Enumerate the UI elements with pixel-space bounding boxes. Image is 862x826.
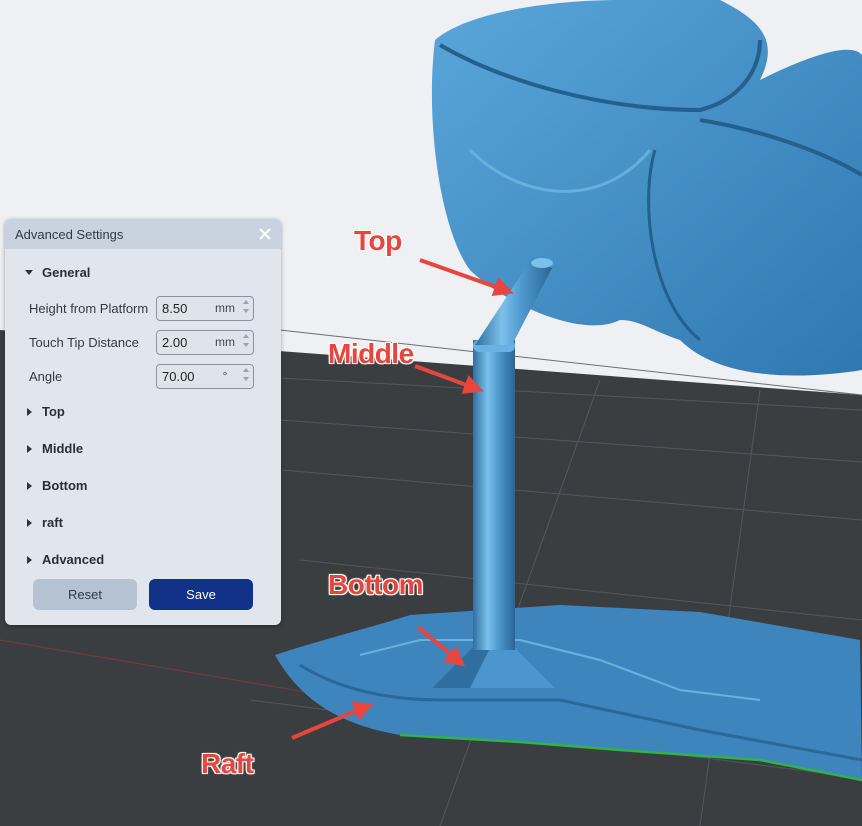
panel-actions: Reset Save <box>33 579 253 610</box>
panel-title: Advanced Settings <box>15 226 124 242</box>
stepper-down-icon[interactable] <box>243 376 249 381</box>
section-bottom[interactable]: Bottom <box>5 467 281 504</box>
touch-tip-unit: mm <box>215 335 235 349</box>
section-advanced-label: Advanced <box>42 552 105 567</box>
angle-unit: ° <box>222 369 228 383</box>
stepper-down-icon[interactable] <box>243 342 249 347</box>
annotation-top: Top <box>354 225 403 257</box>
height-from-platform-input[interactable]: 8.50 mm <box>156 295 254 321</box>
panel-header: Advanced Settings <box>5 219 281 249</box>
annotation-bottom: Bottom <box>328 569 424 601</box>
touch-tip-distance-input[interactable]: 2.00 mm <box>156 329 254 355</box>
section-middle[interactable]: Middle <box>5 430 281 467</box>
stepper-up-icon[interactable] <box>243 299 249 304</box>
section-raft[interactable]: raft <box>5 504 281 541</box>
section-general-label: General <box>42 265 91 280</box>
touch-tip-stepper[interactable] <box>243 333 249 347</box>
stepper-down-icon[interactable] <box>243 308 249 313</box>
section-bottom-label: Bottom <box>42 478 88 493</box>
support-middle[interactable] <box>473 340 515 650</box>
field-label-touch-tip: Touch Tip Distance <box>29 334 139 350</box>
caret-right-icon <box>27 444 32 453</box>
section-advanced[interactable]: Advanced <box>5 541 281 578</box>
stepper-up-icon[interactable] <box>243 367 249 372</box>
caret-down-icon <box>25 270 33 275</box>
height-value[interactable]: 8.50 <box>157 301 210 316</box>
save-button[interactable]: Save <box>149 579 253 610</box>
height-stepper[interactable] <box>243 299 249 313</box>
reset-button[interactable]: Reset <box>33 579 137 610</box>
caret-right-icon <box>27 407 32 416</box>
annotation-raft: Raft <box>200 748 254 780</box>
section-top-label: Top <box>42 404 65 419</box>
field-row-touch-tip: Touch Tip Distance 2.00 mm <box>5 325 281 359</box>
close-icon[interactable] <box>257 226 273 242</box>
field-label-angle: Angle <box>29 368 63 384</box>
caret-right-icon <box>27 481 32 490</box>
caret-right-icon <box>27 555 32 564</box>
section-top[interactable]: Top <box>5 393 281 430</box>
field-label-height: Height from Platform <box>29 300 149 316</box>
section-raft-label: raft <box>42 515 63 530</box>
section-middle-label: Middle <box>42 441 84 456</box>
height-unit: mm <box>215 301 235 315</box>
angle-input[interactable]: 70.00 ° <box>156 363 254 389</box>
advanced-settings-panel: Advanced Settings General Height from Pl… <box>5 219 281 625</box>
section-general[interactable]: General <box>5 254 281 291</box>
field-row-angle: Angle 70.00 ° <box>5 359 281 393</box>
angle-value[interactable]: 70.00 <box>157 369 210 384</box>
caret-right-icon <box>27 518 32 527</box>
annotation-middle: Middle <box>328 338 415 370</box>
stepper-up-icon[interactable] <box>243 333 249 338</box>
field-row-height: Height from Platform 8.50 mm <box>5 291 281 325</box>
touch-tip-value[interactable]: 2.00 <box>157 335 210 350</box>
angle-stepper[interactable] <box>243 367 249 381</box>
